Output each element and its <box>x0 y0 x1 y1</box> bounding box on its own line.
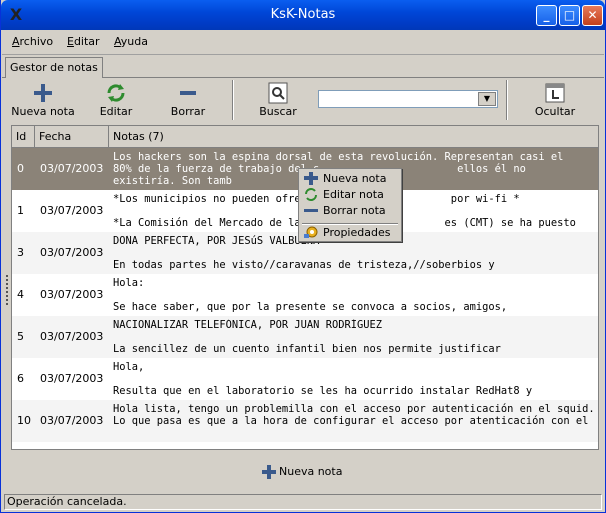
properties-icon <box>304 226 318 238</box>
table-row[interactable]: 10 03/07/2003 Hola lista, tengo un probl… <box>12 400 598 442</box>
table-row[interactable]: 5 03/07/2003 NACIONALIZAR TELEFÓNICA, PO… <box>12 316 598 358</box>
table-header: Id Fecha Notas (7) <box>12 126 598 148</box>
row-id: 3 <box>17 246 24 259</box>
maximize-button[interactable]: □ <box>559 5 580 26</box>
context-menu-properties[interactable]: Propiedades <box>299 225 401 240</box>
plus-icon <box>34 84 52 102</box>
hide-label: Ocultar <box>534 105 576 118</box>
plus-icon <box>262 465 276 479</box>
row-id: 4 <box>17 288 24 301</box>
toolbar-separator <box>232 80 234 120</box>
new-note-tool-button[interactable]: Nueva nota <box>10 80 76 122</box>
hide-tool-button[interactable]: Ocultar <box>532 80 578 122</box>
minimize-button[interactable]: _ <box>536 5 557 26</box>
toolbar-separator <box>506 80 508 120</box>
menu-ayuda[interactable]: Ayuda <box>114 35 148 48</box>
menu-archivo[interactable]: Archivo <box>12 35 53 48</box>
row-date: 03/07/2003 <box>40 288 104 301</box>
column-header-id[interactable]: Id <box>12 126 35 147</box>
search-combo-input[interactable]: ▼ <box>318 90 498 108</box>
edit-label: Editar <box>99 105 133 118</box>
row-date: 03/07/2003 <box>40 372 104 385</box>
row-date: 03/07/2003 <box>40 204 104 217</box>
tab-row: Gestor de notas <box>2 55 604 78</box>
row-id: 0 <box>17 162 24 175</box>
context-menu-new-note[interactable]: Nueva nota <box>299 171 401 186</box>
column-header-notes[interactable]: Notas (7) <box>109 126 598 147</box>
row-date: 03/07/2003 <box>40 162 104 175</box>
refresh-icon <box>107 84 125 102</box>
row-note: Hola lista, tengo un problemilla con el … <box>113 403 593 427</box>
search-icon <box>268 82 288 104</box>
app-window: X KsK-Notas _ □ ✕ Archivo Editar Ayuda G… <box>0 0 606 513</box>
search-tool-button[interactable]: Buscar <box>258 80 298 122</box>
table-row[interactable]: 4 03/07/2003 Hola: Se hace saber, que po… <box>12 274 598 316</box>
context-menu-delete-note-label: Borrar nota <box>323 204 386 217</box>
window-title: KsK-Notas <box>270 7 336 22</box>
row-id: 10 <box>17 414 31 427</box>
row-note: Hola, Resulta que en el laboratorio se l… <box>113 361 533 397</box>
new-note-label: Nueva nota <box>11 105 75 118</box>
plus-icon <box>304 172 318 185</box>
edit-tool-button[interactable]: Editar <box>98 80 134 122</box>
context-menu-edit-note[interactable]: Editar nota <box>299 187 401 202</box>
delete-label: Borrar <box>170 105 206 118</box>
bottom-bar: Nueva nota <box>2 452 604 492</box>
minus-icon <box>180 91 196 95</box>
bottom-new-note-button[interactable]: Nueva nota <box>262 462 342 482</box>
context-menu-delete-note[interactable]: Borrar nota <box>299 203 401 218</box>
close-button[interactable]: ✕ <box>582 5 603 26</box>
title-bar[interactable]: X KsK-Notas _ □ ✕ <box>1 0 605 30</box>
menu-editar[interactable]: Editar <box>67 35 100 48</box>
resize-grip[interactable] <box>6 275 11 305</box>
row-date: 03/07/2003 <box>40 414 104 427</box>
minus-icon <box>304 209 318 212</box>
status-bar: Operación cancelada. <box>4 494 602 510</box>
refresh-icon <box>305 188 317 201</box>
context-menu: Nueva nota Editar nota Borrar nota Propi… <box>298 168 402 242</box>
context-menu-new-note-label: Nueva nota <box>323 172 387 185</box>
context-menu-properties-label: Propiedades <box>323 226 391 239</box>
menu-bar: Archivo Editar Ayuda <box>2 30 604 55</box>
row-id: 1 <box>17 204 24 217</box>
toolbar: Nueva nota Editar Borrar Buscar ▼ Oculta… <box>2 78 604 124</box>
column-header-date[interactable]: Fecha <box>35 126 109 147</box>
tab-gestor-de-notas[interactable]: Gestor de notas <box>5 57 103 78</box>
row-date: 03/07/2003 <box>40 330 104 343</box>
table-row[interactable]: 6 03/07/2003 Hola, Resulta que en el lab… <box>12 358 598 400</box>
row-note: NACIONALIZAR TELEFÓNICA, POR JUAN RODRÍG… <box>113 319 501 355</box>
context-menu-edit-note-label: Editar nota <box>323 188 384 201</box>
hide-window-icon <box>545 83 565 103</box>
bottom-new-note-label: Nueva nota <box>279 465 343 478</box>
search-label: Buscar <box>259 105 297 118</box>
row-note: Hola: Se hace saber, que por la presente… <box>113 277 508 313</box>
row-id: 5 <box>17 330 24 343</box>
row-id: 6 <box>17 372 24 385</box>
row-date: 03/07/2003 <box>40 246 104 259</box>
delete-tool-button[interactable]: Borrar <box>170 80 206 122</box>
chevron-down-icon[interactable]: ▼ <box>478 92 496 106</box>
